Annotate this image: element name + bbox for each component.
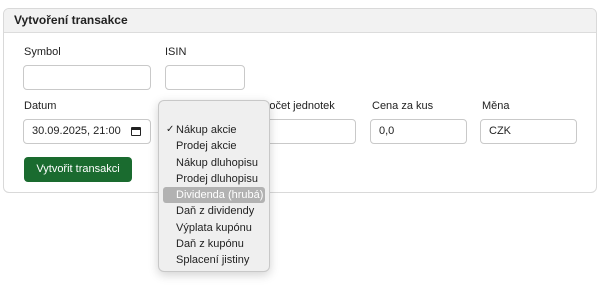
- price-label: Cena za kus: [372, 100, 434, 112]
- type-option-stock-buy[interactable]: ✓ Nákup akcie: [163, 122, 265, 138]
- type-option-coupon-payment[interactable]: Výplata kupónu: [163, 220, 265, 236]
- symbol-label: Symbol: [24, 46, 61, 58]
- type-option-dividend-tax[interactable]: Daň z dividendy: [163, 203, 265, 219]
- currency-label: Měna: [482, 100, 510, 112]
- create-transaction-card: Vytvoření transakce Symbol ISIN Datum 30…: [3, 8, 597, 193]
- checkmark-icon: ✓: [166, 124, 175, 135]
- option-label: Splacení jistiny: [176, 254, 250, 267]
- option-label: Nákup akcie: [176, 124, 237, 136]
- calendar-icon[interactable]: [131, 127, 141, 136]
- type-option-dividend-gross[interactable]: Dividenda (hrubá): [163, 187, 265, 204]
- type-option-coupon-tax[interactable]: Daň z kupónu: [163, 236, 265, 252]
- type-option-bond-sell[interactable]: Prodej dluhopisu: [163, 171, 265, 187]
- symbol-input[interactable]: [23, 65, 151, 90]
- option-label: Daň z dividendy: [176, 205, 255, 218]
- units-label: Počet jednotek: [262, 100, 335, 112]
- type-option-bond-buy[interactable]: Nákup dluhopisu: [163, 155, 265, 171]
- option-label: Výplata kupónu: [176, 221, 252, 234]
- option-label: Daň z kupónu: [176, 238, 244, 251]
- option-label: Prodej dluhopisu: [176, 172, 258, 185]
- create-transaction-button[interactable]: Vytvořit transakci: [24, 157, 132, 182]
- currency-input[interactable]: CZK: [480, 119, 577, 144]
- date-input[interactable]: 30.09.2025, 21:00: [23, 119, 151, 144]
- price-input[interactable]: 0,0: [370, 119, 467, 144]
- isin-input[interactable]: [165, 65, 245, 90]
- transaction-type-dropdown[interactable]: ✓ Nákup akcie Prodej akcie Nákup dluhopi…: [158, 100, 270, 272]
- card-title: Vytvoření transakce: [4, 9, 596, 33]
- option-label: Dividenda (hrubá): [176, 189, 264, 202]
- option-label: Prodej akcie: [176, 140, 237, 153]
- units-input[interactable]: [259, 119, 356, 144]
- option-label: Nákup dluhopisu: [176, 156, 258, 169]
- date-value: 30.09.2025, 21:00: [32, 125, 121, 137]
- type-option-principal-repayment[interactable]: Splacení jistiny: [163, 252, 265, 268]
- type-option-stock-sell[interactable]: Prodej akcie: [163, 138, 265, 154]
- date-label: Datum: [24, 100, 57, 112]
- isin-label: ISIN: [165, 46, 187, 58]
